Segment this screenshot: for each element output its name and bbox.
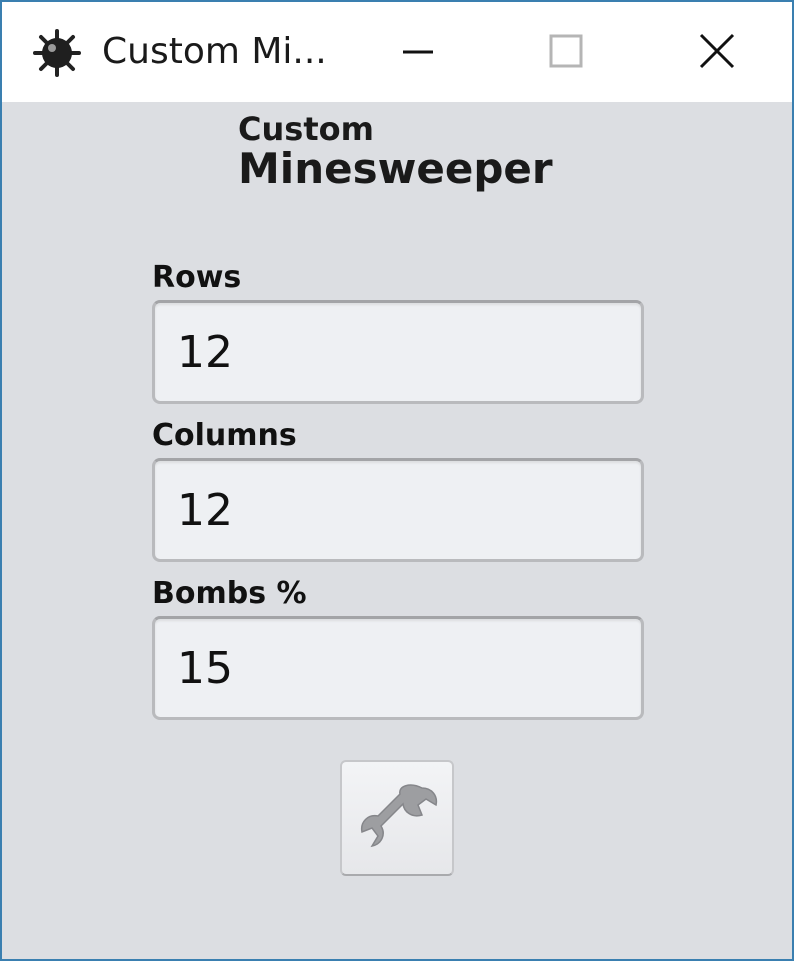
bombs-percent-label: Bombs % bbox=[152, 576, 307, 611]
heading-line-1: Custom bbox=[238, 110, 374, 148]
rows-input[interactable] bbox=[152, 300, 644, 404]
rows-label: Rows bbox=[152, 260, 242, 295]
columns-input[interactable] bbox=[152, 458, 644, 562]
mine-icon bbox=[32, 28, 82, 78]
custom-minesweeper-window: Custom Mi... Custom Minesweeper Rows Col… bbox=[0, 0, 794, 961]
window-title: Custom Mi... bbox=[102, 31, 327, 72]
minimize-icon bbox=[403, 50, 433, 54]
title-bar[interactable]: Custom Mi... bbox=[2, 2, 792, 102]
bombs-percent-input[interactable] bbox=[152, 616, 644, 720]
maximize-icon bbox=[549, 34, 583, 68]
columns-label: Columns bbox=[152, 418, 297, 453]
app-heading: Custom Minesweeper bbox=[238, 112, 553, 192]
close-icon bbox=[699, 33, 735, 69]
heading-line-2: Minesweeper bbox=[238, 144, 553, 193]
wrench-icon bbox=[360, 784, 438, 848]
maximize-button[interactable] bbox=[496, 2, 636, 102]
close-button[interactable] bbox=[648, 2, 788, 102]
minimize-button[interactable] bbox=[350, 2, 490, 102]
apply-settings-button[interactable] bbox=[340, 760, 454, 876]
